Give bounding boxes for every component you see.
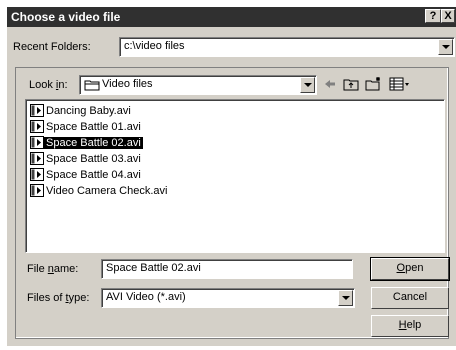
recent-folders-dropdown-button[interactable]: [438, 39, 453, 55]
file-list[interactable]: Dancing Baby.avi Space Battle 01.avi Spa…: [25, 99, 445, 253]
help-button[interactable]: Help: [371, 315, 449, 337]
file-name-input[interactable]: Space Battle 02.avi: [101, 259, 353, 279]
file-name-label: File name:: [27, 263, 79, 275]
view-menu-icon[interactable]: [389, 77, 411, 95]
look-in-label: Look in:: [29, 79, 68, 91]
recent-folders-value: c:\video files: [124, 40, 185, 52]
list-item[interactable]: Dancing Baby.avi: [30, 104, 133, 120]
video-file-icon: [30, 168, 44, 181]
list-item-selected[interactable]: Space Battle 02.avi: [30, 136, 143, 152]
folder-icon: [84, 79, 100, 94]
choose-file-dialog: Choose a video file ? X Recent Folders: …: [6, 6, 456, 346]
close-title-button[interactable]: X: [441, 9, 455, 23]
new-folder-icon[interactable]: [365, 77, 383, 95]
video-file-icon: [30, 136, 44, 149]
file-type-label: Files of type:: [27, 292, 90, 304]
chevron-down-icon: [442, 45, 450, 49]
file-type-value: AVI Video (*.avi): [106, 291, 186, 303]
look-in-combo[interactable]: Video files: [79, 75, 317, 95]
file-type-combo[interactable]: AVI Video (*.avi): [101, 288, 355, 308]
list-item[interactable]: Space Battle 01.avi: [30, 120, 143, 136]
recent-folders-combo[interactable]: c:\video files: [119, 37, 455, 57]
video-file-icon: [30, 184, 44, 197]
cancel-button[interactable]: Cancel: [371, 287, 449, 309]
title-bar: Choose a video file ? X: [7, 7, 456, 27]
dialog-title: Choose a video file: [11, 10, 121, 24]
look-in-dropdown-button[interactable]: [300, 77, 315, 93]
up-folder-icon[interactable]: [343, 77, 359, 95]
video-file-icon: [30, 120, 44, 133]
look-in-value: Video files: [102, 78, 153, 90]
file-name-value: Space Battle 02.avi: [106, 262, 201, 274]
list-item[interactable]: Video Camera Check.avi: [30, 184, 169, 200]
recent-folders-label: Recent Folders:: [13, 41, 91, 53]
help-title-button[interactable]: ?: [425, 9, 441, 23]
video-file-icon: [30, 152, 44, 165]
chevron-down-icon: [304, 83, 312, 87]
video-file-icon: [30, 104, 44, 117]
list-item[interactable]: Space Battle 03.avi: [30, 152, 143, 168]
file-type-dropdown-button[interactable]: [338, 290, 353, 306]
open-button[interactable]: Open: [370, 257, 450, 281]
list-item[interactable]: Space Battle 04.avi: [30, 168, 143, 184]
chevron-down-icon: [342, 296, 350, 300]
back-arrow-icon[interactable]: [323, 77, 337, 95]
